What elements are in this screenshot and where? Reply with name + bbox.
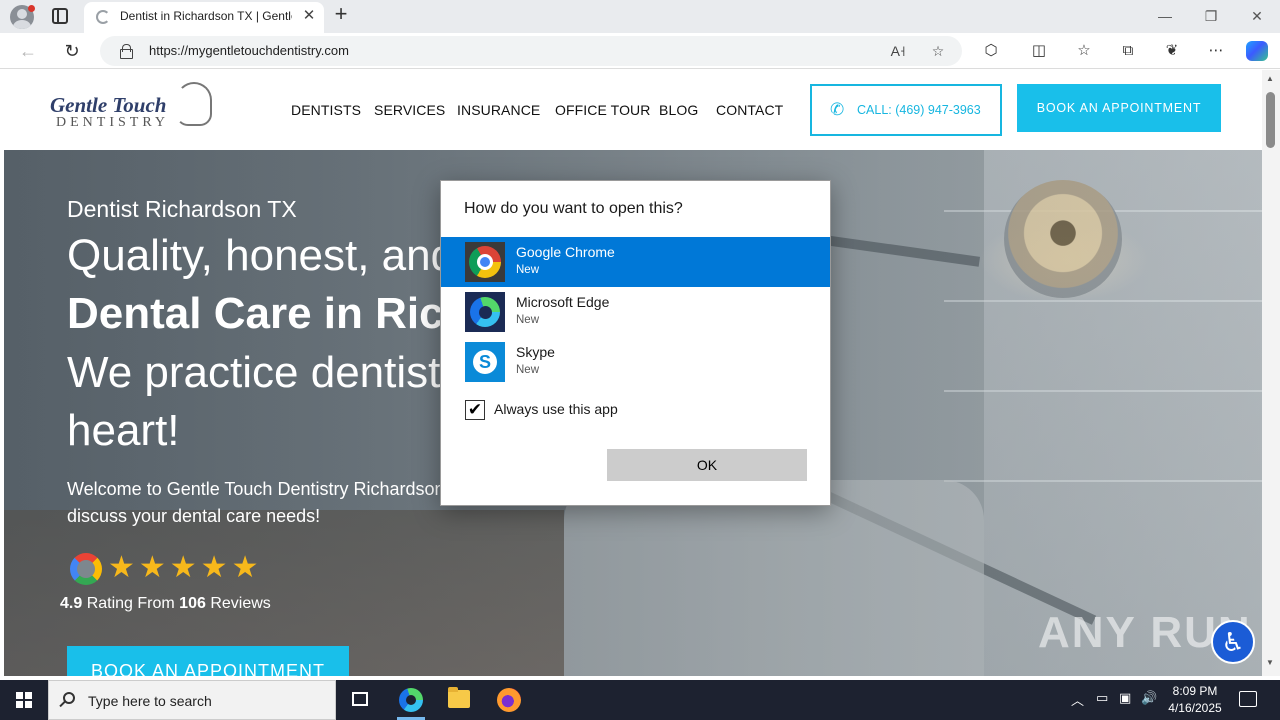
copilot-icon[interactable]: [1246, 41, 1268, 61]
app-tag: New: [516, 314, 540, 326]
edge-taskbar-icon: [399, 688, 423, 712]
call-label: CALL: (469) 947-3963: [857, 103, 981, 117]
lock-icon[interactable]: [120, 44, 133, 59]
more-icon[interactable]: ⋯: [1205, 41, 1227, 61]
nav-office-tour[interactable]: OFFICE TOUR: [555, 102, 650, 118]
hero-subtitle: Dentist Richardson TX: [67, 196, 297, 222]
tab-actions-icon[interactable]: [52, 8, 68, 24]
app-name: Microsoft Edge: [516, 294, 610, 310]
tooth-logo-icon: [176, 82, 212, 126]
task-view-icon: [352, 692, 368, 706]
book-appointment-header-button[interactable]: BOOK AN APPOINTMENT: [1017, 84, 1221, 132]
minimize-button[interactable]: —: [1150, 6, 1180, 26]
site-logo[interactable]: Gentle Touch DENTISTRY: [48, 78, 218, 134]
favorites-icon[interactable]: ☆: [1073, 41, 1095, 61]
scroll-thumb[interactable]: [1266, 92, 1275, 148]
rating-value: 4.9: [60, 595, 83, 612]
app-tag: New: [516, 364, 540, 376]
google-icon: [70, 553, 102, 585]
refresh-button[interactable]: ↻: [60, 40, 84, 62]
search-placeholder: Type here to search: [88, 693, 212, 709]
performance-icon[interactable]: ❦: [1161, 41, 1183, 61]
taskbar-firefox-button[interactable]: [487, 680, 531, 720]
rating-label: Rating From: [82, 595, 180, 612]
site-header: Gentle Touch DENTISTRY DENTISTS SERVICES…: [4, 70, 1262, 150]
skype-icon: S: [465, 342, 505, 382]
scroll-up-icon[interactable]: ▲: [1266, 74, 1274, 83]
hero-headline-1: Quality, honest, and: [67, 231, 456, 280]
tab-close-button[interactable]: ✕: [300, 7, 318, 25]
address-bar-row: ← ↻ https://mygentletouchdentistry.com A…: [0, 33, 1280, 69]
rating-text: 4.9 Rating From 106 Reviews: [60, 595, 271, 613]
ok-button[interactable]: OK: [607, 449, 807, 481]
windows-logo-icon: [16, 692, 32, 708]
dialog-title: How do you want to open this?: [464, 200, 683, 217]
nav-blog[interactable]: BLOG: [659, 102, 698, 118]
nav-contact[interactable]: CONTACT: [716, 102, 783, 118]
app-option-edge[interactable]: Microsoft Edge New: [441, 287, 830, 337]
split-screen-icon[interactable]: ◫: [1028, 41, 1050, 61]
app-name: Skype: [516, 344, 555, 360]
loading-favicon-icon: [96, 10, 110, 24]
browser-tab-strip: Dentist in Richardson TX | Gentle Touch …: [0, 0, 1280, 33]
chrome-logo: [469, 246, 501, 278]
read-aloud-icon[interactable]: A˧: [887, 41, 909, 61]
back-button[interactable]: ←: [16, 40, 40, 62]
clock-time[interactable]: 8:09 PM: [1168, 684, 1222, 698]
edge-logo: [470, 297, 500, 327]
taskbar: Type here to search ︿ ▭ ▣ 🔊 8:09 PM 4/16…: [0, 680, 1280, 720]
rating-stars-icon: ★★★★★: [108, 551, 263, 584]
window-close-button[interactable]: ✕: [1242, 6, 1272, 26]
start-button[interactable]: [0, 680, 48, 720]
tray-chevron-icon[interactable]: ︿: [1071, 690, 1084, 709]
skype-logo: S: [473, 350, 497, 374]
taskbar-explorer-button[interactable]: [437, 680, 481, 720]
taskbar-search-box[interactable]: Type here to search: [48, 680, 336, 720]
url-field[interactable]: https://mygentletouchdentistry.com A˧ ☆: [100, 36, 962, 66]
accessibility-icon[interactable]: ♿: [1211, 620, 1255, 664]
page-scrollbar[interactable]: ▲ ▼: [1262, 70, 1280, 676]
chrome-icon: [465, 242, 505, 282]
call-button[interactable]: ✆ CALL: (469) 947-3963: [810, 84, 1002, 136]
nav-dentists[interactable]: DENTISTS: [291, 102, 361, 118]
battery-icon[interactable]: ▭: [1096, 690, 1108, 706]
book-appointment-hero-button[interactable]: BOOK AN APPOINTMENT: [67, 646, 349, 676]
notification-icon[interactable]: [1239, 691, 1257, 707]
profile-notification-dot: [28, 5, 35, 12]
app-option-chrome[interactable]: Google Chrome New: [441, 237, 830, 287]
review-count: 106: [179, 595, 206, 612]
taskbar-edge-button[interactable]: [389, 680, 433, 720]
app-option-skype[interactable]: S Skype New: [441, 337, 830, 387]
volume-icon[interactable]: 🔊: [1141, 690, 1157, 706]
always-use-checkbox[interactable]: ✔: [465, 400, 485, 420]
task-view-button[interactable]: [338, 680, 382, 720]
tab-title: Dentist in Richardson TX | Gentle Touch …: [120, 9, 292, 23]
logo-subtitle: DENTISTRY: [56, 115, 169, 130]
collections-icon[interactable]: ⧉: [1117, 41, 1139, 61]
phone-icon: ✆: [830, 100, 845, 119]
nav-services[interactable]: SERVICES: [374, 102, 445, 118]
extensions-icon[interactable]: ⬡: [980, 41, 1002, 61]
hero-headline-4: heart!: [67, 406, 180, 455]
search-icon: [63, 692, 75, 704]
file-explorer-icon: [448, 687, 470, 708]
network-icon[interactable]: ▣: [1119, 690, 1131, 706]
restore-button[interactable]: ❐: [1196, 6, 1226, 26]
browser-tab-active[interactable]: Dentist in Richardson TX | Gentle Touch …: [84, 2, 324, 33]
nav-insurance[interactable]: INSURANCE: [457, 102, 540, 118]
always-use-label[interactable]: Always use this app: [494, 401, 618, 417]
clock-date[interactable]: 4/16/2025: [1164, 701, 1226, 715]
firefox-icon: [497, 688, 521, 712]
favorite-star-icon[interactable]: ☆: [927, 41, 949, 61]
edge-icon: [465, 292, 505, 332]
scroll-down-icon[interactable]: ▼: [1266, 658, 1274, 667]
app-tag: New: [516, 264, 540, 276]
rating-suffix: Reviews: [205, 595, 271, 612]
open-with-dialog: How do you want to open this? Google Chr…: [440, 180, 831, 506]
url-text[interactable]: https://mygentletouchdentistry.com: [149, 43, 349, 58]
app-name: Google Chrome: [516, 244, 615, 260]
new-tab-button[interactable]: +: [330, 3, 352, 26]
